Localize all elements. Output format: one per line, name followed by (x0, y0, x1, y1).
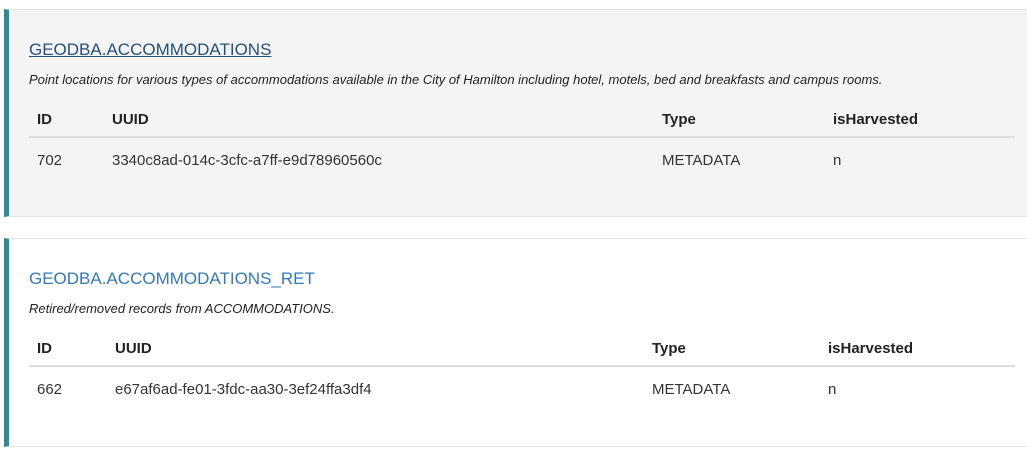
column-header-type: Type (652, 340, 686, 357)
record-card: GEODBA.ACCOMMODATIONS_RET Retired/remove… (4, 238, 1027, 447)
cell-uuid: 3340c8ad-014c-3cfc-a7ff-e9d78960560c (112, 152, 382, 169)
column-header-isharvested: isHarvested (833, 111, 919, 128)
column-header-uuid: UUID (112, 111, 149, 128)
table-header-row: ID UUID Type isHarvested (29, 335, 1015, 367)
cell-type: METADATA (662, 152, 741, 169)
column-header-isharvested: isHarvested (828, 340, 914, 357)
record-table: ID UUID Type isHarvested 662 e67af6ad-fe… (29, 335, 1015, 407)
table-header-row: ID UUID Type isHarvested (29, 106, 1015, 138)
cell-id: 702 (37, 152, 63, 169)
cell-uuid: e67af6ad-fe01-3fdc-aa30-3ef24ffa3df4 (115, 381, 372, 398)
cell-isharvested: n (833, 152, 842, 169)
column-header-id: ID (37, 111, 52, 128)
cell-type: METADATA (652, 381, 731, 398)
table-row: 702 3340c8ad-014c-3cfc-a7ff-e9d78960560c… (29, 138, 1015, 178)
cell-id: 662 (37, 381, 63, 398)
record-card: GEODBA.ACCOMMODATIONS Point locations fo… (4, 9, 1027, 217)
column-header-uuid: UUID (115, 340, 152, 357)
record-title-link[interactable]: GEODBA.ACCOMMODATIONS_RET (29, 269, 315, 289)
column-header-id: ID (37, 340, 52, 357)
table-row: 662 e67af6ad-fe01-3fdc-aa30-3ef24ffa3df4… (29, 367, 1015, 407)
record-description: Point locations for various types of acc… (29, 72, 883, 87)
cell-isharvested: n (828, 381, 837, 398)
record-table: ID UUID Type isHarvested 702 3340c8ad-01… (29, 106, 1015, 178)
column-header-type: Type (662, 111, 696, 128)
record-description: Retired/removed records from ACCOMMODATI… (29, 301, 335, 316)
record-title-link[interactable]: GEODBA.ACCOMMODATIONS (29, 40, 271, 60)
